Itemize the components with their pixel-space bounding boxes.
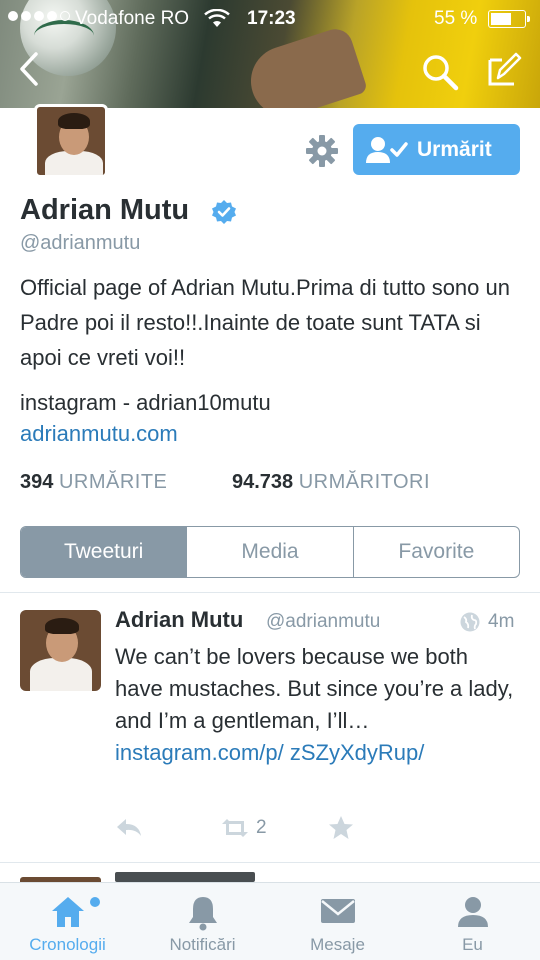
retweet-icon[interactable]: [219, 816, 251, 840]
tab-tweets[interactable]: Tweeturi: [21, 527, 188, 577]
home-icon: [51, 897, 84, 927]
tabbar-home-label: Cronologii: [29, 935, 106, 954]
tabbar-me-label: Eu: [462, 935, 483, 954]
tabbar-me[interactable]: Eu: [405, 883, 540, 960]
profile-handle: @adrianmutu: [20, 232, 141, 254]
new-content-dot: [90, 897, 100, 907]
user-icon: [457, 897, 488, 927]
tweet-author-name[interactable]: Adrian Mutu: [115, 607, 243, 633]
following-label: URMĂRITE: [58, 471, 168, 493]
tabbar-messages[interactable]: Mesaje: [270, 883, 405, 960]
section-divider: [0, 592, 540, 593]
bottom-tab-bar: Cronologii Notificări Mesaje Eu: [0, 882, 540, 960]
tabbar-notifications[interactable]: Notificări: [135, 883, 270, 960]
status-time: 17:23: [247, 8, 296, 29]
following-button-label: Urmărit: [417, 138, 492, 161]
tabbar-notifications-label: Notificări: [169, 935, 236, 954]
verified-badge-icon: [212, 200, 236, 224]
followers-label: URMĂRITORI: [298, 471, 431, 493]
status-bar: Vodafone RO 17:23 55 %: [0, 0, 540, 40]
search-icon[interactable]: [420, 52, 460, 92]
reply-icon[interactable]: [115, 816, 143, 840]
globe-icon: [460, 612, 480, 632]
carrier-name: Vodafone RO: [75, 8, 190, 29]
tabbar-messages-label: Mesaje: [310, 935, 365, 954]
retweet-count: 2: [256, 817, 267, 838]
following-count: 394: [20, 471, 54, 493]
profile-name: Adrian Mutu: [20, 194, 190, 226]
signal-strength-icon: [8, 11, 70, 21]
battery-percent: 55 %: [434, 8, 478, 29]
envelope-icon: [320, 899, 355, 923]
tweet-author-handle: @adrianmutu: [266, 611, 381, 632]
profile-avatar[interactable]: [34, 104, 108, 178]
followers-stat[interactable]: 94.738 URMĂRITORI: [232, 471, 430, 494]
tab-media[interactable]: Media: [187, 527, 354, 577]
tab-favorites[interactable]: Favorite: [354, 527, 519, 577]
compose-icon[interactable]: [484, 50, 524, 90]
favorite-star-icon[interactable]: [328, 815, 354, 841]
back-chevron-icon[interactable]: [12, 48, 48, 90]
next-tweet-name: [115, 872, 255, 882]
tweet-timestamp: 4m: [488, 611, 515, 632]
profile-tabs: Tweeturi Media Favorite: [20, 526, 520, 578]
battery-icon: [488, 10, 530, 28]
followers-count: 94.738: [232, 471, 294, 493]
profile-location: instagram - adrian10mutu: [20, 390, 271, 415]
following-stat[interactable]: 394 URMĂRITE: [20, 471, 167, 494]
tweet-link[interactable]: instagram.com/p/ zSZyXdyRup/: [115, 740, 424, 765]
tabbar-home[interactable]: Cronologii: [0, 883, 135, 960]
profile-bio: Official page of Adrian Mutu.Prima di tu…: [20, 275, 510, 370]
tweet-text: We can’t be lovers because we both have …: [115, 641, 515, 769]
profile-website-link[interactable]: adrianmutu.com: [20, 421, 178, 447]
tweet-avatar[interactable]: [20, 610, 101, 691]
tweet-divider: [0, 862, 540, 863]
following-button[interactable]: Urmărit: [353, 124, 520, 175]
user-check-icon: [366, 137, 408, 163]
tweet-body: We can’t be lovers because we both have …: [115, 644, 514, 733]
bell-icon: [188, 897, 217, 931]
settings-gear-icon[interactable]: [305, 134, 339, 168]
profile-header-banner: Vodafone RO 17:23 55 %: [0, 0, 540, 108]
wifi-icon: [204, 9, 230, 27]
